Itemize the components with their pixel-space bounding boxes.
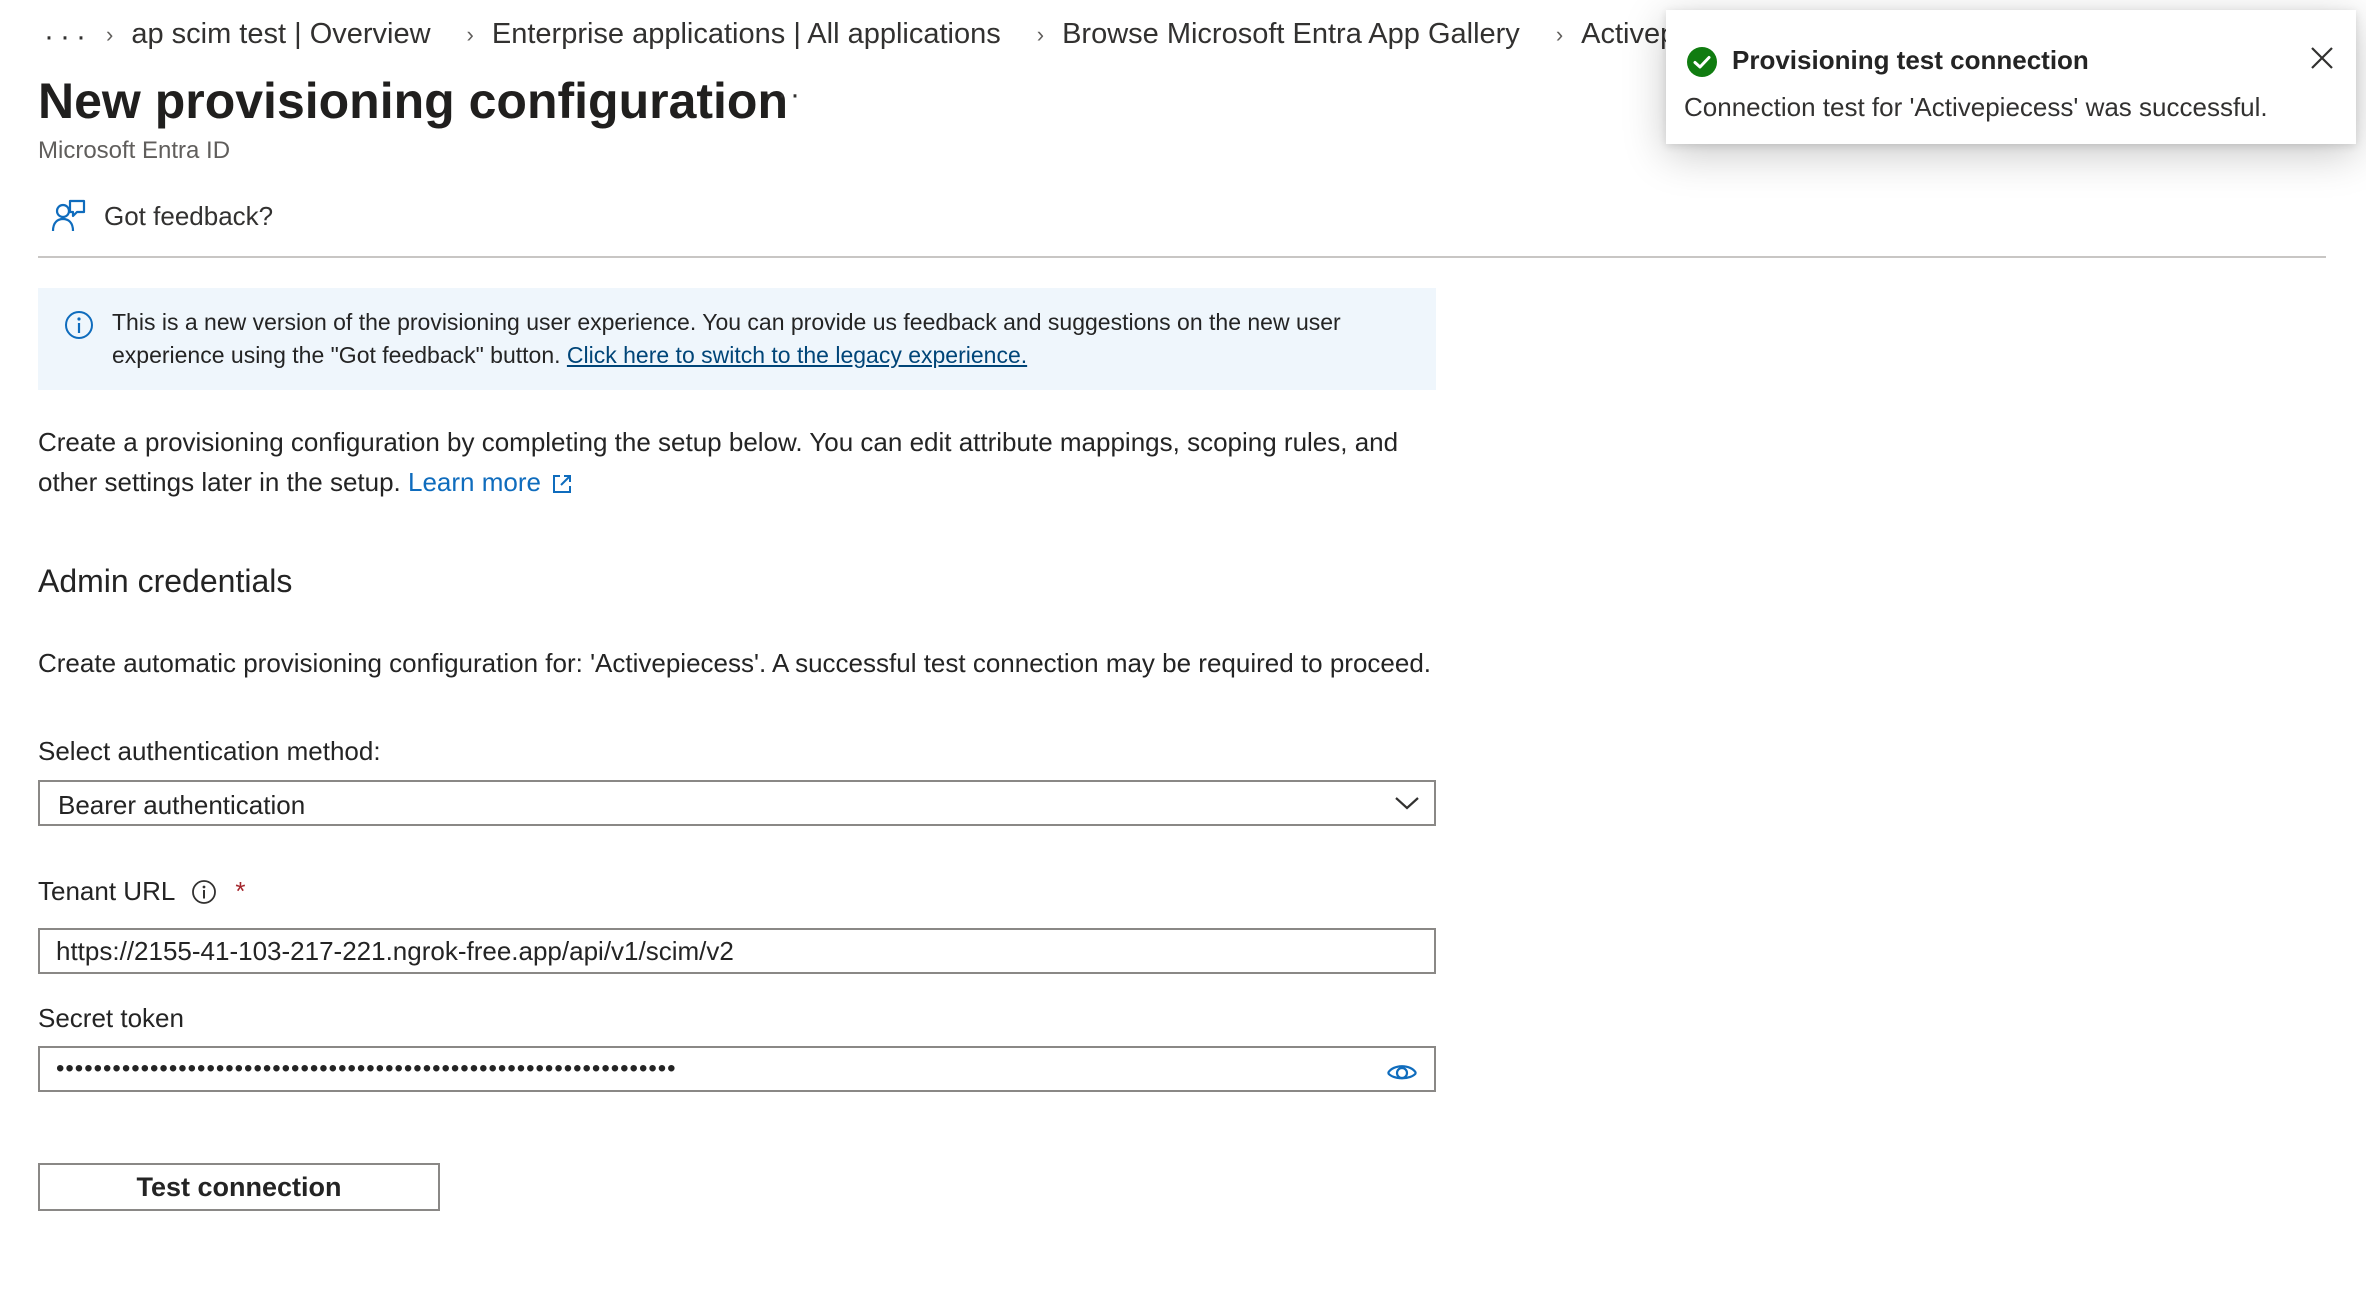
chevron-right-icon: › [106, 21, 114, 47]
legacy-experience-link[interactable]: Click here to switch to the legacy exper… [567, 342, 1027, 368]
breadcrumb: ··· › ap scim test | Overview › Enterpri… [0, 0, 1680, 72]
tenant-url-field[interactable] [38, 928, 1436, 974]
info-icon [65, 311, 93, 339]
auth-method-value: Bearer authentication [58, 790, 306, 820]
info-icon[interactable] [191, 879, 217, 905]
required-indicator: * [235, 876, 246, 906]
tenant-url-label-row: Tenant URL * [38, 876, 245, 907]
got-feedback-button[interactable]: Got feedback? [50, 198, 273, 234]
admin-credentials-description: Create automatic provisioning configurat… [38, 648, 1432, 678]
toolbar-divider [38, 256, 2326, 258]
secret-token-label: Secret token [38, 1003, 184, 1033]
breadcrumb-item-app-gallery[interactable]: Browse Microsoft Entra App Gallery [1062, 18, 1520, 51]
toast-title: Provisioning test connection [1732, 45, 2089, 75]
breadcrumb-item-enterprise-apps[interactable]: Enterprise applications | All applicatio… [492, 18, 1001, 51]
test-connection-button[interactable]: Test connection [38, 1163, 440, 1211]
toast-message: Connection test for 'Activepiecess' was … [1684, 92, 2268, 122]
chevron-right-icon: › [1036, 21, 1045, 47]
info-banner: This is a new version of the provisionin… [38, 288, 1436, 390]
eye-icon[interactable] [1386, 1060, 1418, 1082]
tenant-url-label: Tenant URL [38, 876, 176, 906]
admin-credentials-heading: Admin credentials [38, 563, 293, 599]
page-title: New provisioning configuration [38, 73, 788, 129]
secret-token-field[interactable] [38, 1046, 1436, 1092]
checkmark-circle-icon [1687, 47, 1717, 77]
toast-notification: Provisioning test connection Connection … [1666, 10, 2356, 144]
tenant-url-input[interactable] [56, 930, 1356, 972]
intro-text: Create a provisioning configuration by c… [38, 427, 1399, 497]
got-feedback-label: Got feedback? [104, 200, 274, 231]
chevron-right-icon: › [1555, 21, 1564, 47]
intro-description: Create a provisioning configuration by c… [38, 422, 1458, 502]
chevron-down-icon [1395, 797, 1419, 810]
auth-method-dropdown[interactable]: Bearer authentication [38, 780, 1436, 826]
page-subtitle: Microsoft Entra ID [38, 137, 231, 164]
auth-method-label: Select authentication method: [38, 736, 381, 766]
more-options-button[interactable]: ··· [764, 78, 803, 112]
person-feedback-icon [51, 199, 86, 232]
learn-more-link[interactable]: Learn more [408, 467, 541, 497]
close-icon[interactable] [2308, 44, 2336, 72]
chevron-right-icon: › [466, 21, 474, 47]
breadcrumb-ellipsis-button[interactable]: ··· [44, 20, 92, 54]
breadcrumb-item-app-overview[interactable]: ap scim test | Overview [131, 18, 430, 51]
open-external-icon[interactable] [551, 473, 573, 495]
banner-message: This is a new version of the provisionin… [112, 306, 1412, 372]
secret-token-input[interactable] [56, 1048, 1356, 1090]
